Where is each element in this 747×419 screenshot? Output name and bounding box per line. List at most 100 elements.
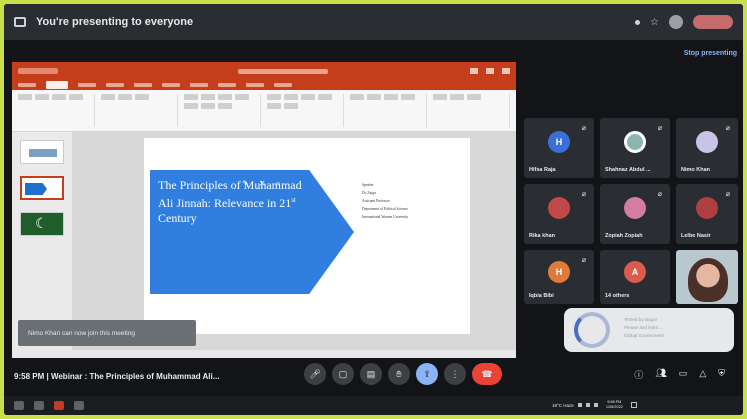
mic-off-icon: ⌀ <box>725 125 730 132</box>
browser-tools: ☆ <box>635 15 733 29</box>
taskbar-apps <box>14 401 84 410</box>
stop-presenting-button[interactable]: Stop presenting <box>684 50 737 57</box>
minimize-icon[interactable] <box>470 68 478 74</box>
slide-title-end: Century <box>158 211 197 225</box>
update-button[interactable] <box>693 15 733 29</box>
tab-review[interactable] <box>218 83 236 87</box>
captions-button[interactable]: ▤ <box>360 363 382 385</box>
self-video <box>688 258 728 302</box>
ribbon-group-clipboard[interactable] <box>18 94 95 127</box>
join-toast[interactable]: Nimo Khan can now join this meeting <box>18 320 196 346</box>
mute-icon[interactable]: ✕ <box>259 179 266 188</box>
tab-transitions[interactable] <box>134 83 152 87</box>
ribbon-tabs <box>12 80 516 90</box>
notification-dot-icon <box>635 19 641 25</box>
speaker-line: Assistant Professor, <box>362 199 391 203</box>
raise-hand-button[interactable]: ✋︎ <box>388 363 410 385</box>
notifications-icon[interactable] <box>630 402 637 408</box>
meeting-time: 9:58 PM <box>14 371 45 381</box>
tab-view[interactable] <box>246 83 264 87</box>
weather-widget[interactable]: 19°C Haze <box>552 403 574 408</box>
meeting-separator: | <box>46 371 49 381</box>
start-icon[interactable] <box>14 401 24 410</box>
speaker-line: Department of Political Science <box>362 207 408 211</box>
powerpoint-window: The Principles of Muhammad Ali Jinnah: R… <box>12 62 516 358</box>
participant-tile[interactable]: H ⌀ Hifsa Raja <box>524 118 594 178</box>
taskbar-clock[interactable]: 9:58 PM 1/28/2022 <box>606 400 623 410</box>
activities-icon[interactable]: △ <box>699 368 706 381</box>
ribbon-group-editing[interactable] <box>433 94 510 127</box>
promo-line: Global Government <box>624 333 664 338</box>
more-options-button[interactable]: ⋮ <box>444 363 466 385</box>
screen-share-icon <box>14 17 26 27</box>
participant-avatar: A <box>624 260 646 283</box>
volume-icon[interactable] <box>593 403 598 407</box>
participant-tile[interactable]: H ⌀ Iqbia Bibi <box>524 250 594 304</box>
self-video-tile[interactable] <box>676 250 738 304</box>
slide-thumbnail-selected[interactable] <box>20 176 64 200</box>
participant-avatar <box>696 131 718 153</box>
meeting-info: 9:58 PM | Webinar : The Principles of Mu… <box>14 372 219 381</box>
profile-avatar[interactable] <box>669 15 683 29</box>
mic-off-icon: ⌀ <box>581 257 586 264</box>
ppt-title-bar <box>12 62 516 80</box>
tab-slide-show[interactable] <box>190 83 208 87</box>
ribbon-group-slides[interactable] <box>101 94 178 127</box>
people-icon[interactable]: 👥︎ <box>655 368 666 381</box>
tray-icon[interactable] <box>577 403 582 407</box>
maximize-icon[interactable] <box>486 68 494 74</box>
ribbon-group-font[interactable] <box>184 94 261 127</box>
leave-call-button[interactable]: ☎︎ <box>472 363 502 385</box>
search-icon[interactable] <box>34 401 44 410</box>
presenting-text: You're presenting to everyone <box>36 16 194 28</box>
ribbon <box>12 90 516 132</box>
circle-icon[interactable]: ○ <box>275 179 280 188</box>
slide-thumbnail[interactable] <box>20 212 64 236</box>
tab-home[interactable] <box>46 81 68 89</box>
close-icon[interactable] <box>502 68 510 74</box>
current-slide[interactable]: The Principles of Muhammad Ali Jinnah: R… <box>144 138 470 334</box>
tab-insert[interactable] <box>78 83 96 87</box>
ribbon-group-paragraph[interactable] <box>267 94 344 127</box>
camera-button[interactable]: ▢ <box>332 363 354 385</box>
wifi-icon[interactable] <box>585 403 590 407</box>
meeting-controls: 🎤︎ ▢ ▤ ✋︎ ⇪ ⋮ ☎︎ <box>304 363 502 385</box>
participant-tile[interactable]: ⌀ Lelbe Nasir <box>676 184 738 244</box>
star-icon[interactable]: ☆ <box>650 17 659 28</box>
promo-text: Tested by Bogor Please and learn ... Glo… <box>624 316 664 340</box>
monitor-screen: You're presenting to everyone ☆ Stop pre… <box>4 4 743 415</box>
promo-line: Tested by Bogor <box>624 317 658 322</box>
powerpoint-icon[interactable] <box>54 401 64 410</box>
participant-name: Nimo Khan <box>681 167 711 173</box>
chat-icon[interactable]: ▭ <box>679 368 688 381</box>
meeting-title: Webinar : The Principles of Muhammad Ali… <box>50 371 220 381</box>
tab-help[interactable] <box>274 83 292 87</box>
participant-tile[interactable]: ⌀ Zopiah Zopiah <box>600 184 670 244</box>
participant-name: Lelbe Nasir <box>681 233 711 239</box>
ribbon-group-drawing[interactable] <box>350 94 427 127</box>
promo-logo <box>574 312 610 348</box>
tab-animations[interactable] <box>162 83 180 87</box>
participant-tile[interactable]: ⌀ Rika khan <box>524 184 594 244</box>
ppt-window-title <box>238 68 328 74</box>
participant-tile[interactable]: ⌀ Nimo Khan <box>676 118 738 178</box>
meeting-side-controls: ⓘ 👥︎ ▭ △ ⛨ <box>634 368 725 381</box>
mic-button[interactable]: 🎤︎ <box>304 363 326 385</box>
others-count: 14 others <box>605 293 630 299</box>
present-button[interactable]: ⇪ <box>416 363 438 385</box>
tab-file[interactable] <box>18 83 36 87</box>
tab-design[interactable] <box>106 83 124 87</box>
participant-avatar: H <box>548 260 570 283</box>
browser-icon[interactable] <box>74 401 84 410</box>
promo-popup[interactable]: Tested by Bogor Please and learn ... Glo… <box>564 308 734 352</box>
info-icon[interactable]: ⓘ <box>634 368 643 381</box>
quick-access-toolbar[interactable] <box>18 68 58 74</box>
participant-tile[interactable]: ⌀ Shahnaz Abdul ... <box>600 118 670 178</box>
system-tray: 19°C Haze 9:58 PM 1/28/2022 <box>552 400 637 410</box>
others-tile[interactable]: A 14 others <box>600 250 670 304</box>
host-controls-icon[interactable]: ⛨ <box>718 368 725 381</box>
speaker-line: Speaker <box>362 183 374 187</box>
participant-avatar <box>624 131 646 153</box>
slide-thumbnail[interactable] <box>20 140 64 164</box>
pen-icon[interactable]: ✎ <box>242 179 249 188</box>
